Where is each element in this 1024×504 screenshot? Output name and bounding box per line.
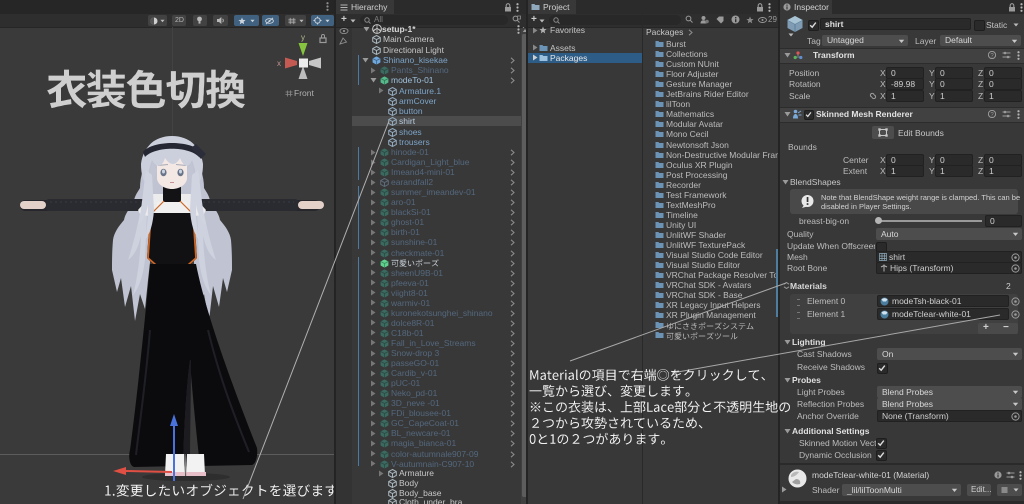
svg-text:y: y <box>301 33 305 42</box>
svg-text:x: x <box>277 59 281 68</box>
